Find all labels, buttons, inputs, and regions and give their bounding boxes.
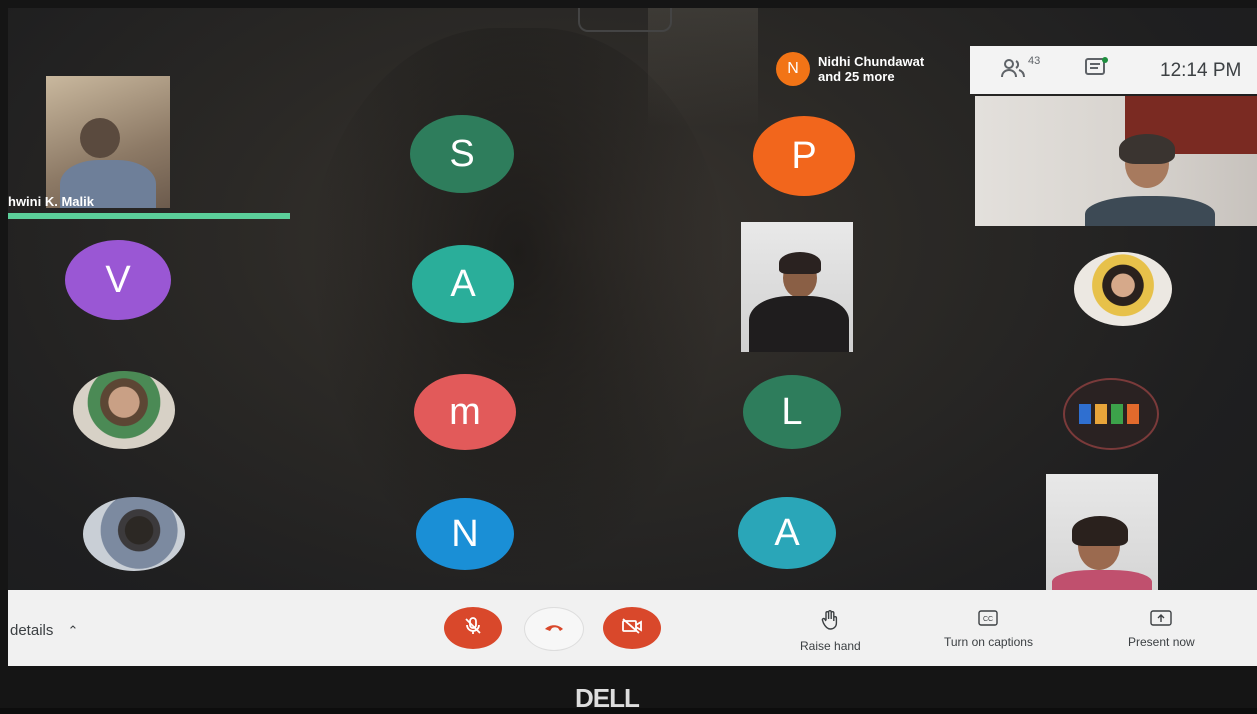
captions-button[interactable]: CC Turn on captions bbox=[944, 610, 1033, 649]
participants-summary-text: Nidhi Chundawat and 25 more bbox=[818, 54, 924, 84]
avatar-m[interactable]: m bbox=[414, 374, 516, 450]
logo-block bbox=[1127, 404, 1139, 424]
leave-call-button[interactable] bbox=[524, 607, 584, 651]
avatar-l[interactable]: L bbox=[743, 375, 841, 449]
avatar-a[interactable]: A bbox=[412, 245, 514, 323]
present-now-button[interactable]: Present now bbox=[1128, 610, 1195, 649]
participants-summary-line1: Nidhi Chundawat bbox=[818, 54, 925, 69]
participant-photo-avatar[interactable] bbox=[1074, 252, 1172, 326]
captions-icon: CC bbox=[978, 610, 999, 629]
raise-hand-label: Raise hand bbox=[800, 639, 861, 653]
person-body bbox=[1052, 570, 1152, 590]
avatar-v[interactable]: V bbox=[65, 240, 171, 320]
people-icon[interactable] bbox=[1000, 57, 1026, 81]
participant-initial-avatar: N bbox=[776, 52, 810, 86]
person-body bbox=[1085, 196, 1215, 226]
mic-toggle-button[interactable] bbox=[444, 607, 502, 649]
svg-text:CC: CC bbox=[983, 616, 993, 623]
person-hair bbox=[779, 252, 821, 274]
meeting-screen: hwini K. Malik N Nidhi Chundawat and 25 … bbox=[8, 8, 1257, 666]
avatar-n[interactable]: N bbox=[416, 498, 514, 570]
top-info-bar: 43 12:14 PM bbox=[970, 46, 1257, 94]
meeting-controls-bar: details ⌃ Raise hand CC Turn on captions… bbox=[8, 590, 1257, 666]
chat-icon[interactable] bbox=[1084, 57, 1108, 81]
presenter-name: hwini K. Malik bbox=[8, 194, 94, 209]
hand-icon bbox=[821, 610, 839, 633]
avatar-p[interactable]: P bbox=[753, 116, 855, 196]
mic-off-icon bbox=[463, 616, 483, 641]
meeting-clock: 12:14 PM bbox=[1160, 60, 1242, 81]
dell-logo: DELL bbox=[575, 683, 640, 713]
avatar-a[interactable]: A bbox=[738, 497, 836, 569]
participant-video-tile-2[interactable] bbox=[741, 222, 853, 352]
participants-summary-line2: and 25 more bbox=[818, 69, 895, 84]
person-body bbox=[749, 296, 849, 352]
presenter-video-tile[interactable] bbox=[46, 76, 170, 208]
person-hair bbox=[1072, 516, 1128, 546]
webcam-notch bbox=[578, 8, 672, 32]
meeting-details-toggle[interactable]: details ⌃ bbox=[10, 622, 78, 639]
camera-off-icon bbox=[621, 617, 643, 640]
participant-photo-avatar[interactable] bbox=[83, 497, 185, 571]
participant-photo-avatar[interactable] bbox=[73, 371, 175, 449]
participant-video-tile-3[interactable] bbox=[1046, 474, 1158, 590]
logo-block bbox=[1111, 404, 1123, 424]
camera-toggle-button[interactable] bbox=[603, 607, 661, 649]
participant-logo-avatar[interactable] bbox=[1063, 378, 1159, 450]
logo-block bbox=[1095, 404, 1107, 424]
participant-video-tile-1[interactable] bbox=[975, 96, 1257, 226]
person-hair bbox=[1119, 134, 1175, 164]
meeting-details-label: details bbox=[10, 622, 54, 639]
person-silhouette bbox=[80, 118, 120, 158]
present-icon bbox=[1150, 610, 1173, 629]
hangup-icon bbox=[543, 620, 565, 638]
captions-label: Turn on captions bbox=[944, 635, 1033, 649]
people-count: 43 bbox=[1028, 55, 1041, 67]
logo-block bbox=[1079, 404, 1091, 424]
participants-summary[interactable]: N Nidhi Chundawat and 25 more bbox=[776, 52, 924, 86]
avatar-s[interactable]: S bbox=[410, 115, 514, 193]
present-now-label: Present now bbox=[1128, 635, 1195, 649]
raise-hand-button[interactable]: Raise hand bbox=[800, 610, 861, 653]
chevron-up-icon: ⌃ bbox=[67, 623, 79, 638]
active-speaker-indicator bbox=[8, 213, 290, 219]
